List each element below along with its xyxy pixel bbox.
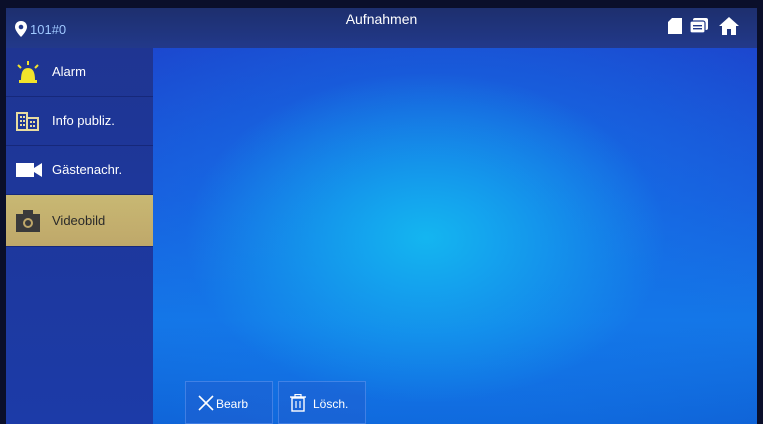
alarm-icon — [17, 61, 39, 83]
sd-card-icon[interactable] — [668, 18, 682, 34]
sidebar-item-label: Gästenachr. — [52, 162, 123, 177]
delete-button-label: Lösch. — [313, 397, 349, 411]
delete-button[interactable]: Lösch. — [278, 381, 366, 424]
sidebar-item-info-publiz[interactable]: Info publiz. — [6, 97, 153, 146]
sidebar-item-alarm[interactable]: Alarm — [6, 48, 153, 97]
top-bar: 101#0 Aufnahmen — [6, 8, 757, 48]
screen: 101#0 Aufnahmen Alarm Info publiz. Gäste… — [6, 8, 757, 424]
sidebar-item-gaestenachr[interactable]: Gästenachr. — [6, 146, 153, 195]
sidebar-item-videobild[interactable]: Videobild — [6, 195, 153, 247]
sidebar-item-label: Alarm — [52, 64, 86, 79]
edit-button-label: Bearb — [216, 397, 249, 411]
message-icon[interactable] — [690, 18, 708, 34]
edit-button[interactable]: Bearb — [185, 381, 273, 424]
trash-icon — [290, 394, 306, 412]
close-icon — [198, 395, 214, 411]
page-title: Aufnahmen — [345, 11, 418, 27]
sidebar-item-label: Videobild — [52, 213, 106, 228]
home-icon[interactable] — [719, 17, 739, 35]
sidebar-item-label: Info publiz. — [52, 113, 115, 128]
info-building-icon — [16, 112, 39, 131]
video-camera-icon — [16, 163, 42, 177]
photo-camera-icon — [16, 210, 40, 232]
sidebar: Alarm Info publiz. Gästenachr. Videobild — [6, 48, 153, 424]
